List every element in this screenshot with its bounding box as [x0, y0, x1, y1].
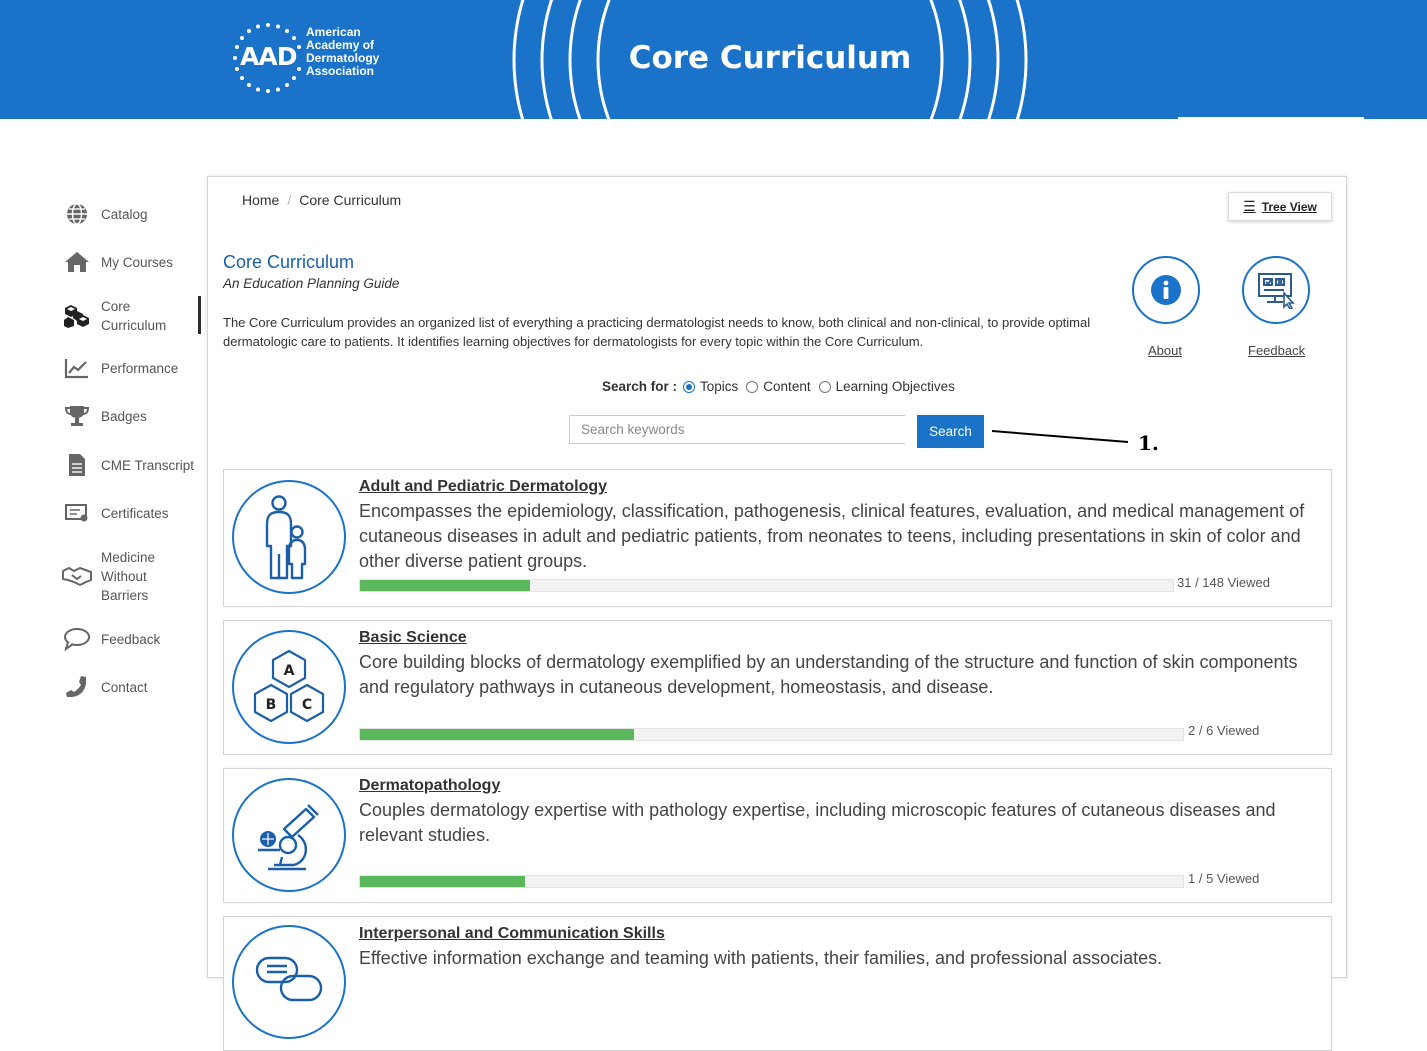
feedback-link[interactable]: Feedback: [1248, 343, 1305, 358]
info-icon: [1151, 275, 1181, 305]
sidebar-item-contact[interactable]: Contact: [62, 673, 202, 701]
breadcrumb-current: Core Curriculum: [299, 192, 402, 208]
sidebar-item-label: Contact: [101, 679, 148, 695]
topic-card-basic-science[interactable]: A B C Basic Science Core building blocks o…: [223, 620, 1332, 755]
tree-view-label: Tree View: [1261, 199, 1317, 214]
sidebar-item-medicine-without-barriers[interactable]: Medicine Without Barriers: [62, 547, 202, 605]
banner-strip: [1178, 117, 1364, 119]
radio-unchecked-icon: [818, 380, 831, 393]
icon-letter-c: C: [302, 697, 312, 713]
radio-unchecked-icon: [746, 380, 759, 393]
document-icon: [62, 451, 92, 479]
breadcrumb: Home / Core Curriculum: [242, 192, 401, 208]
main-content: Home / Core Curriculum ☰ Tree View Core Cu…: [207, 176, 1347, 1051]
sidebar-item-label: My Courses: [101, 254, 174, 270]
sidebar-item-catalog[interactable]: Catalog: [62, 200, 202, 228]
progress-fill: [360, 729, 635, 740]
header-banner: AAD American Academy of Dermatology Asso…: [0, 0, 1427, 119]
breadcrumb-separator: /: [287, 192, 292, 208]
topic-viewed-count: 1 / 5 Viewed: [1188, 871, 1260, 886]
page-title: Core Curriculum: [223, 252, 355, 272]
tree-view-button[interactable]: ☰ Tree View: [1228, 192, 1332, 221]
topic-title[interactable]: Interpersonal and Communication Skills: [359, 925, 665, 943]
topic-card-adult-pediatric[interactable]: Adult and Pediatric Dermatology Encompas…: [223, 469, 1332, 607]
sidebar-item-cme-transcript[interactable]: CME Transcript: [62, 451, 202, 479]
phone-icon: [62, 673, 92, 701]
chart-line-icon: [62, 354, 92, 382]
certificate-icon: [62, 499, 92, 527]
radio-checked-icon: [683, 380, 696, 393]
about-link[interactable]: About: [1148, 343, 1182, 358]
list-icon: ☰: [1243, 198, 1256, 214]
radio-topics[interactable]: Topics: [683, 379, 738, 394]
sidebar-item-feedback[interactable]: Feedback: [62, 625, 202, 653]
icon-letter-a: A: [284, 663, 295, 679]
banner-title: Core Curriculum: [628, 40, 912, 76]
topic-progress-bar: [359, 875, 1184, 888]
trophy-icon: [62, 402, 92, 430]
topic-description: Effective information exchange and teami…: [359, 948, 1163, 968]
feedback-button[interactable]: [1242, 256, 1310, 324]
sidebar-item-badges[interactable]: Badges: [62, 402, 202, 430]
sidebar-item-label: Medicine Without Barriers: [101, 549, 156, 603]
annotation-label: 1.: [1138, 431, 1159, 455]
icon-letter-b: B: [266, 697, 277, 713]
search-input[interactable]: [569, 415, 905, 444]
logo-mark: AAD: [240, 42, 297, 71]
sidebar-item-core-curriculum[interactable]: Core Curriculum: [62, 296, 202, 336]
topic-progress-bar: [359, 728, 1184, 741]
search-for-label: Search for :: [602, 379, 678, 394]
breadcrumb-home[interactable]: Home: [242, 192, 279, 208]
microscope-icon: [232, 778, 346, 892]
topic-title[interactable]: Dermatopathology: [359, 777, 500, 795]
sidebar-item-performance[interactable]: Performance: [62, 354, 202, 382]
topic-viewed-count: 2 / 6 Viewed: [1188, 723, 1260, 738]
sidebar-item-label: Feedback: [101, 631, 161, 647]
sidebar-item-my-courses[interactable]: My Courses: [62, 248, 202, 276]
abc-blocks-icon: A B C: [232, 630, 346, 744]
topic-viewed-count: 31 / 148 Viewed: [1177, 575, 1270, 590]
topic-progress-bar: [359, 579, 1174, 592]
logo-org-name: American Academy of Dermatology Associat…: [306, 25, 380, 78]
sidebar-item-label: Catalog: [101, 206, 148, 222]
topic-title[interactable]: Basic Science: [359, 629, 467, 647]
progress-fill: [360, 876, 525, 887]
about-button[interactable]: [1132, 256, 1200, 324]
active-indicator: [198, 296, 201, 334]
topic-description: Core building blocks of dermatology exem…: [359, 652, 1298, 697]
sidebar-item-label: Certificates: [101, 505, 169, 521]
topic-card-dermatopathology[interactable]: Dermatopathology Couples dermatology exp…: [223, 768, 1332, 903]
topic-description: Encompasses the epidemiology, classifica…: [359, 501, 1305, 571]
progress-fill: [360, 580, 530, 591]
sidebar-item-label: Badges: [101, 408, 147, 424]
globe-icon: [62, 200, 92, 228]
cubes-icon: [62, 302, 92, 330]
aad-logo[interactable]: AAD American Academy of Dermatology Asso…: [232, 22, 392, 94]
sidebar-item-label: CME Transcript: [101, 457, 195, 473]
page-subtitle: An Education Planning Guide: [223, 276, 400, 291]
topic-title[interactable]: Adult and Pediatric Dermatology: [359, 478, 607, 496]
radio-learning-objectives[interactable]: Learning Objectives: [818, 379, 955, 394]
sidebar-item-label: Performance: [101, 360, 179, 376]
radio-content[interactable]: Content: [746, 379, 811, 394]
sidebar-item-label: Core Curriculum: [101, 299, 167, 333]
monitor-checklist-icon: [1258, 273, 1295, 309]
search-for-options: Search for : Topics Content Learning Obj…: [602, 379, 963, 394]
sidebar-item-certificates[interactable]: Certificates: [62, 499, 202, 527]
handshake-icon: [62, 562, 92, 590]
home-icon: [62, 248, 92, 276]
search-button[interactable]: Search: [917, 415, 984, 448]
annotation-line: [992, 430, 1129, 443]
adult-child-icon: [232, 480, 346, 594]
page-description: The Core Curriculum provides an organize…: [223, 315, 1091, 349]
topic-card-interpersonal-communication[interactable]: Interpersonal and Communication Skills E…: [223, 916, 1332, 1051]
topic-description: Couples dermatology expertise with patho…: [359, 800, 1276, 845]
chat-bubble-icon: [62, 625, 92, 653]
speech-bubbles-icon: [232, 925, 346, 1039]
